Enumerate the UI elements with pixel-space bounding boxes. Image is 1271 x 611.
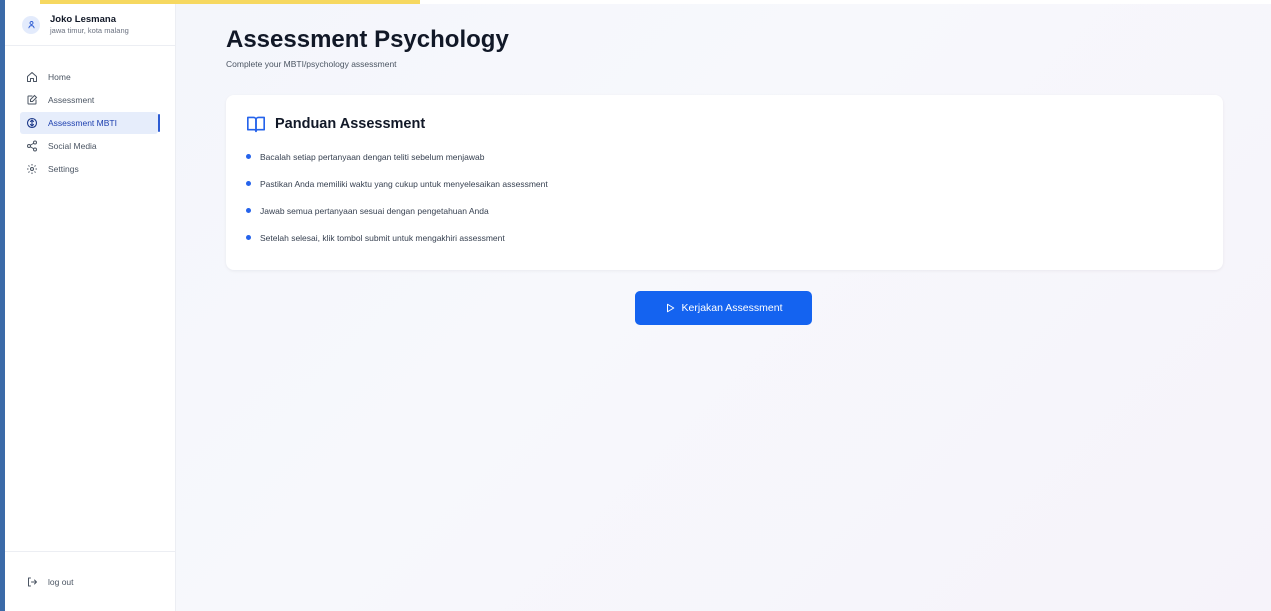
guide-item-text: Setelah selesai, klik tombol submit untu… xyxy=(260,232,505,243)
start-assessment-label: Kerjakan Assessment xyxy=(681,302,783,314)
sidebar-item-label: Assessment MBTI xyxy=(48,118,117,128)
gear-icon xyxy=(26,163,38,175)
guide-item-text: Jawab semua pertanyaan sesuai dengan pen… xyxy=(260,205,489,216)
sidebar-item-label: Home xyxy=(48,72,71,82)
sidebar-item-assessment[interactable]: Assessment xyxy=(5,89,175,111)
bullet-icon xyxy=(246,235,251,240)
sidebar-item-home[interactable]: Home xyxy=(5,66,175,88)
user-location: jawa timur, kota malang xyxy=(50,25,129,35)
guide-item-text: Pastikan Anda memiliki waktu yang cukup … xyxy=(260,178,548,189)
bullet-icon xyxy=(246,154,251,159)
edit-icon xyxy=(26,94,38,106)
start-assessment-button[interactable]: Kerjakan Assessment xyxy=(635,291,812,325)
guide-card: Panduan Assessment Bacalah setiap pertan… xyxy=(226,95,1223,270)
sidebar-item-label: Assessment xyxy=(48,95,95,105)
page-subtitle: Complete your MBTI/psychology assessment xyxy=(226,59,397,69)
user-name: Joko Lesmana xyxy=(50,13,116,25)
logout-icon xyxy=(26,576,38,588)
logout-button[interactable]: log out xyxy=(5,551,176,611)
share-icon xyxy=(26,140,38,152)
bullet-icon xyxy=(246,181,251,186)
sidebar-item-settings[interactable]: Settings xyxy=(5,158,175,180)
guide-card-title: Panduan Assessment xyxy=(275,116,426,132)
page-title: Assessment Psychology xyxy=(226,26,509,53)
sidebar-item-label: Social Media xyxy=(48,141,97,151)
play-icon xyxy=(665,303,675,313)
compass-icon xyxy=(26,117,38,129)
logout-label: log out xyxy=(48,576,74,587)
sidebar-item-label: Settings xyxy=(48,164,79,174)
guide-list: Bacalah setiap pertanyaan dengan teliti … xyxy=(246,150,1203,244)
user-profile[interactable]: Joko Lesmana jawa timur, kota malang xyxy=(5,4,175,46)
list-item: Setelah selesai, klik tombol submit untu… xyxy=(246,231,1203,244)
sidebar-item-social-media[interactable]: Social Media xyxy=(5,135,175,157)
main-content: Assessment Psychology Complete your MBTI… xyxy=(226,4,1223,325)
guide-item-text: Bacalah setiap pertanyaan dengan teliti … xyxy=(260,151,485,162)
list-item: Bacalah setiap pertanyaan dengan teliti … xyxy=(246,150,1203,163)
guide-card-header: Panduan Assessment xyxy=(246,115,1203,133)
home-icon xyxy=(26,71,38,83)
list-item: Jawab semua pertanyaan sesuai dengan pen… xyxy=(246,204,1203,217)
list-item: Pastikan Anda memiliki waktu yang cukup … xyxy=(246,177,1203,190)
user-icon xyxy=(27,21,35,29)
bullet-icon xyxy=(246,208,251,213)
avatar xyxy=(22,15,40,34)
book-icon xyxy=(246,115,266,133)
sidebar: Joko Lesmana jawa timur, kota malang Hom… xyxy=(5,4,176,611)
sidebar-item-assessment-mbti[interactable]: Assessment MBTI xyxy=(20,112,160,134)
sidebar-nav: Home Assessment Assessment MBTI Social M… xyxy=(5,66,175,180)
